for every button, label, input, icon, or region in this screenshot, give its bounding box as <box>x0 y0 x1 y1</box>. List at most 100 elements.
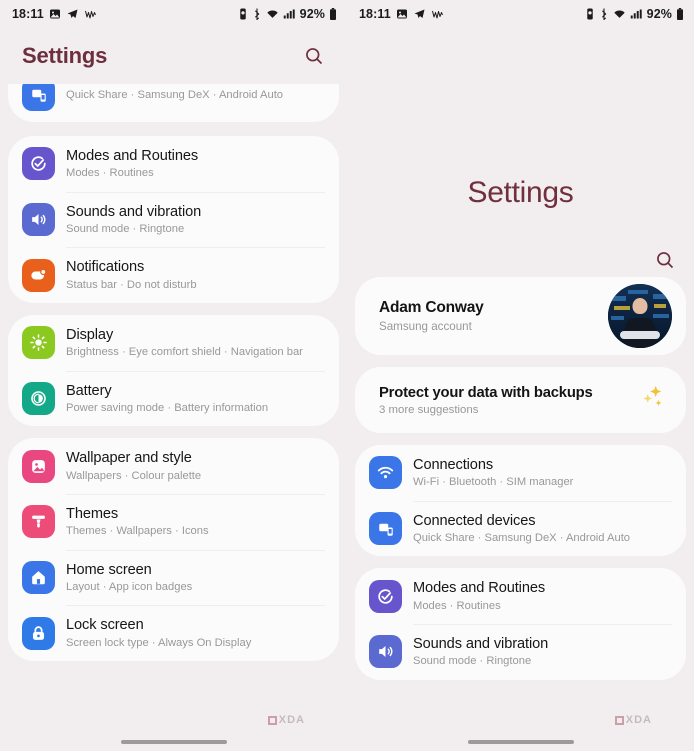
battery-percent: 92% <box>299 7 325 21</box>
sidebar-item-sounds-and-vibration[interactable]: Sounds and vibration Sound mode · Ringto… <box>355 624 686 680</box>
photo-icon <box>49 8 61 20</box>
suggestion-subtitle: 3 more suggestions <box>379 403 479 416</box>
sound-icon <box>22 203 55 236</box>
watermark-square-icon <box>614 715 624 725</box>
page-title: Settings <box>467 176 574 209</box>
modes-icon <box>22 147 55 181</box>
connected-devices-partial-card[interactable]: Quick Share · Samsung DeX · Android Auto <box>8 84 339 122</box>
list-item-text: Sounds and vibration Sound mode · Ringto… <box>66 203 201 237</box>
list-item-text: Connected devices Quick Share · Samsung … <box>413 512 630 546</box>
signal-icon <box>283 8 295 20</box>
samsung-account-card[interactable]: Adam Conway Samsung account <box>355 277 686 355</box>
waveform-icon <box>431 8 444 20</box>
connected-devices-icon <box>22 84 55 111</box>
modes-icon <box>369 579 402 613</box>
sidebar-item-lock-screen[interactable]: Lock screen Screen lock type · Always On… <box>8 605 339 661</box>
sidebar-item-wallpaper-and-style[interactable]: Wallpaper and style Wallpapers · Colour … <box>8 438 339 494</box>
list-item-text: Sounds and vibration Sound mode · Ringto… <box>413 635 548 669</box>
home-screen-icon <box>22 561 55 595</box>
list-item-text: Home screen Layout · App icon badges <box>66 561 192 595</box>
sparkles-icon <box>636 383 666 418</box>
photo-icon <box>396 8 408 20</box>
signal-icon <box>630 8 642 20</box>
sidebar-item-themes[interactable]: Themes Themes · Wallpapers · Icons <box>8 494 339 550</box>
navigation-handle[interactable] <box>120 740 227 744</box>
settings-list-right[interactable]: Adam Conway Samsung account Protect your… <box>347 277 694 720</box>
sidebar-item-battery[interactable]: Battery Power saving mode · Battery info… <box>8 370 339 427</box>
list-item-subtitle: Wi-Fi · Bluetooth · SIM manager <box>413 476 574 489</box>
battery-icon <box>22 382 55 416</box>
settings-list-left[interactable]: Quick Share · Samsung DeX · Android Auto… <box>0 84 347 751</box>
list-item-title: Sounds and vibration <box>413 636 549 653</box>
list-item-title: Home screen <box>66 561 152 578</box>
list-item-subtitle: Brightness · Eye comfort shield · Naviga… <box>66 346 303 359</box>
sidebar-item-display[interactable]: Display Brightness · Eye comfort shield … <box>8 315 339 371</box>
settings-group: Modes and Routines Modes · Routines Soun… <box>355 568 686 680</box>
app-bar: Settings <box>0 28 347 84</box>
status-bar-right: 92% <box>238 7 337 21</box>
wifi-icon <box>613 8 626 20</box>
suggestion-title: Protect your data with backups <box>379 384 593 401</box>
list-item-title: Modes and Routines <box>413 580 546 597</box>
list-item-text: Notifications Status bar · Do not distur… <box>66 258 197 292</box>
search-icon[interactable] <box>652 247 678 273</box>
list-item-subtitle: Quick Share · Samsung DeX · Android Auto <box>413 531 631 544</box>
navigation-handle[interactable] <box>467 740 574 744</box>
sidebar-item-connections[interactable]: Connections Wi-Fi · Bluetooth · SIM mana… <box>355 445 686 501</box>
watermark-text: XDA <box>278 714 305 726</box>
sound-icon <box>369 635 402 669</box>
settings-group: Wallpaper and style Wallpapers · Colour … <box>8 438 339 662</box>
suggestion-card[interactable]: Protect your data with backups 3 more su… <box>355 367 686 433</box>
list-item-text: Wallpaper and style Wallpapers · Colour … <box>66 449 201 483</box>
settings-group: Display Brightness · Eye comfort shield … <box>8 315 339 427</box>
status-bar: 18:11 92% <box>0 0 347 28</box>
telegram-icon <box>413 8 426 20</box>
list-item-subtitle: Sound mode · Ringtone <box>413 655 532 668</box>
account-subtitle: Samsung account <box>379 320 472 333</box>
page-title: Settings <box>22 43 108 68</box>
dual-screenshot-comparison: 18:11 92% Settings Quick Share · Samsung… <box>0 0 694 751</box>
sidebar-item-notifications[interactable]: Notifications Status bar · Do not distur… <box>8 247 339 303</box>
list-item-text: Modes and Routines Modes · Routines <box>66 147 198 181</box>
account-name: Adam Conway <box>379 299 484 316</box>
search-icon[interactable] <box>301 43 327 69</box>
list-item-subtitle: Sound mode · Ringtone <box>66 222 185 235</box>
suggestion-text: Protect your data with backups 3 more su… <box>379 385 593 416</box>
expanded-app-bar: Settings <box>347 28 694 243</box>
list-item-title: Themes <box>66 506 119 523</box>
waveform-icon <box>84 8 97 20</box>
list-item-title: Notifications <box>66 259 145 276</box>
status-bar-left: 18:11 <box>359 7 444 21</box>
search-row <box>347 243 694 277</box>
list-item-text: Connections Wi-Fi · Bluetooth · SIM mana… <box>413 456 573 490</box>
list-item-title: Connections <box>413 457 494 473</box>
list-item-text: Themes Themes · Wallpapers · Icons <box>66 505 209 539</box>
bluetooth-icon <box>252 8 262 20</box>
sidebar-item-connected-devices[interactable]: Connected devices Quick Share · Samsung … <box>355 500 686 557</box>
sidebar-item-modes-and-routines[interactable]: Modes and Routines Modes · Routines <box>8 136 339 192</box>
connections-icon <box>369 456 402 490</box>
status-bar-clock: 18:11 <box>359 7 391 21</box>
account-text: Adam Conway Samsung account <box>379 299 484 333</box>
lock-screen-icon <box>22 616 55 650</box>
avatar[interactable] <box>608 284 672 348</box>
xda-watermark: XDA <box>614 714 652 726</box>
notifications-icon <box>22 258 55 292</box>
sidebar-item-sounds-and-vibration[interactable]: Sounds and vibration Sound mode · Ringto… <box>8 191 339 248</box>
list-item-text: Quick Share · Samsung DeX · Android Auto <box>66 87 283 102</box>
battery-percent: 92% <box>646 7 672 21</box>
list-item-subtitle: Modes · Routines <box>66 167 154 180</box>
settings-group: Modes and Routines Modes · Routines Soun… <box>8 136 339 304</box>
status-bar-left: 18:11 <box>12 7 97 21</box>
watermark-text: XDA <box>625 714 652 726</box>
wifi-icon <box>266 8 279 20</box>
left-phone-screen: 18:11 92% Settings Quick Share · Samsung… <box>0 0 347 751</box>
list-item-title: Connected devices <box>413 512 536 529</box>
wallpaper-icon <box>22 449 55 483</box>
sidebar-item-home-screen[interactable]: Home screen Layout · App icon badges <box>8 549 339 606</box>
battery-icon <box>329 8 337 20</box>
list-item[interactable]: Quick Share · Samsung DeX · Android Auto <box>8 84 339 122</box>
list-item-title: Sounds and vibration <box>66 203 202 220</box>
sidebar-item-modes-and-routines[interactable]: Modes and Routines Modes · Routines <box>355 568 686 624</box>
scroll-fade <box>0 725 347 751</box>
